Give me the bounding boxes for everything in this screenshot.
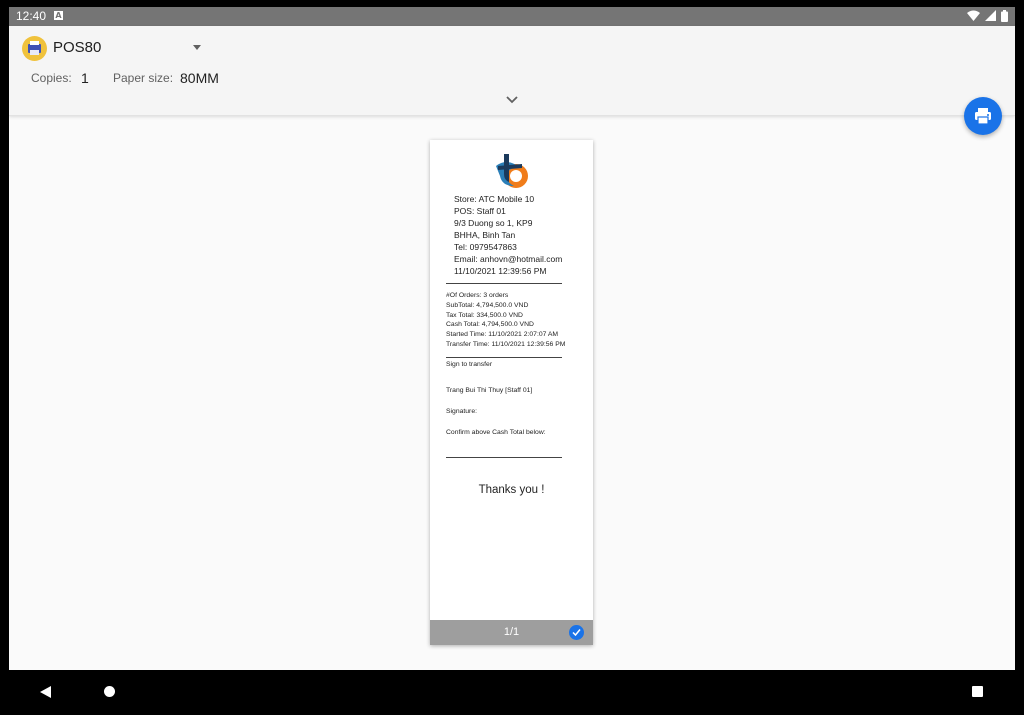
email-line: Email: anhovn@hotmail.com: [454, 254, 563, 264]
divider: [446, 357, 562, 358]
home-icon[interactable]: [104, 686, 115, 697]
store-logo: [496, 154, 528, 188]
copies-label: Copies:: [31, 71, 72, 85]
subtotal-line: SubTotal: 4,794,500.0 VND: [446, 302, 529, 309]
printer-dropdown-icon[interactable]: [193, 45, 201, 50]
page-selection-bar[interactable]: 1/1: [430, 620, 593, 645]
recents-icon[interactable]: [972, 686, 983, 697]
staff-name-line: Trang Bui Thi Thuy [Staff 01]: [446, 387, 533, 394]
orders-count-line: #Of Orders: 3 orders: [446, 292, 509, 299]
sign-to-transfer-label: Sign to transfer: [446, 361, 493, 368]
navigation-bar: [0, 670, 1024, 715]
expand-options-icon[interactable]: [506, 96, 518, 104]
phone-line: Tel: 0979547863: [454, 242, 517, 252]
datetime-line: 11/10/2021 12:39:56 PM: [454, 266, 547, 276]
store-name-line: Store: ATC Mobile 10: [454, 194, 535, 204]
signal-icon: [984, 10, 996, 21]
printer-select[interactable]: [22, 36, 47, 61]
status-time: 12:40: [16, 9, 47, 23]
back-icon[interactable]: [40, 686, 51, 698]
print-icon: [975, 108, 991, 125]
confirm-cash-label: Confirm above Cash Total below:: [446, 429, 546, 436]
thanks-message: Thanks you !: [478, 484, 545, 496]
cash-total-line: Cash Total: 4,794,500.0 VND: [446, 321, 534, 328]
started-time-line: Started Time: 11/10/2021 2:07:07 AM: [446, 331, 559, 338]
transfer-time-line: Transfer Time: 11/10/2021 12:39:56 PM: [446, 341, 566, 348]
wifi-icon: [966, 10, 980, 21]
address-line-2: BHHA, Binh Tan: [454, 230, 516, 240]
printer-avatar-icon: [28, 41, 41, 55]
pos-line: POS: Staff 01: [454, 206, 506, 216]
print-preview-screen: 12:40 A POS80 Copies: 1 Paper size: 80MM: [9, 7, 1015, 670]
receipt-page-preview[interactable]: Store: ATC Mobile 10 POS: Staff 01 9/3 D…: [430, 140, 593, 645]
notification-icon: A: [54, 11, 63, 20]
address-line-1: 9/3 Duong so 1, KP9: [454, 218, 533, 228]
status-bar: 12:40 A: [9, 7, 1015, 26]
status-icons: [966, 10, 1008, 23]
print-options-header: POS80 Copies: 1 Paper size: 80MM: [9, 26, 1015, 116]
check-icon: [572, 629, 581, 637]
divider: [446, 283, 562, 284]
battery-icon: [1001, 10, 1008, 22]
paper-size-value[interactable]: 80MM: [180, 70, 219, 86]
print-button[interactable]: [964, 97, 1002, 135]
copies-value[interactable]: 1: [81, 70, 89, 86]
signature-label: Signature:: [446, 408, 477, 415]
page-selected-checkbox[interactable]: [569, 625, 584, 640]
paper-size-label: Paper size:: [113, 71, 174, 85]
signature-line: [446, 457, 562, 458]
printer-name[interactable]: POS80: [53, 39, 101, 56]
tax-total-line: Tax Total: 334,500.0 VND: [446, 312, 523, 319]
